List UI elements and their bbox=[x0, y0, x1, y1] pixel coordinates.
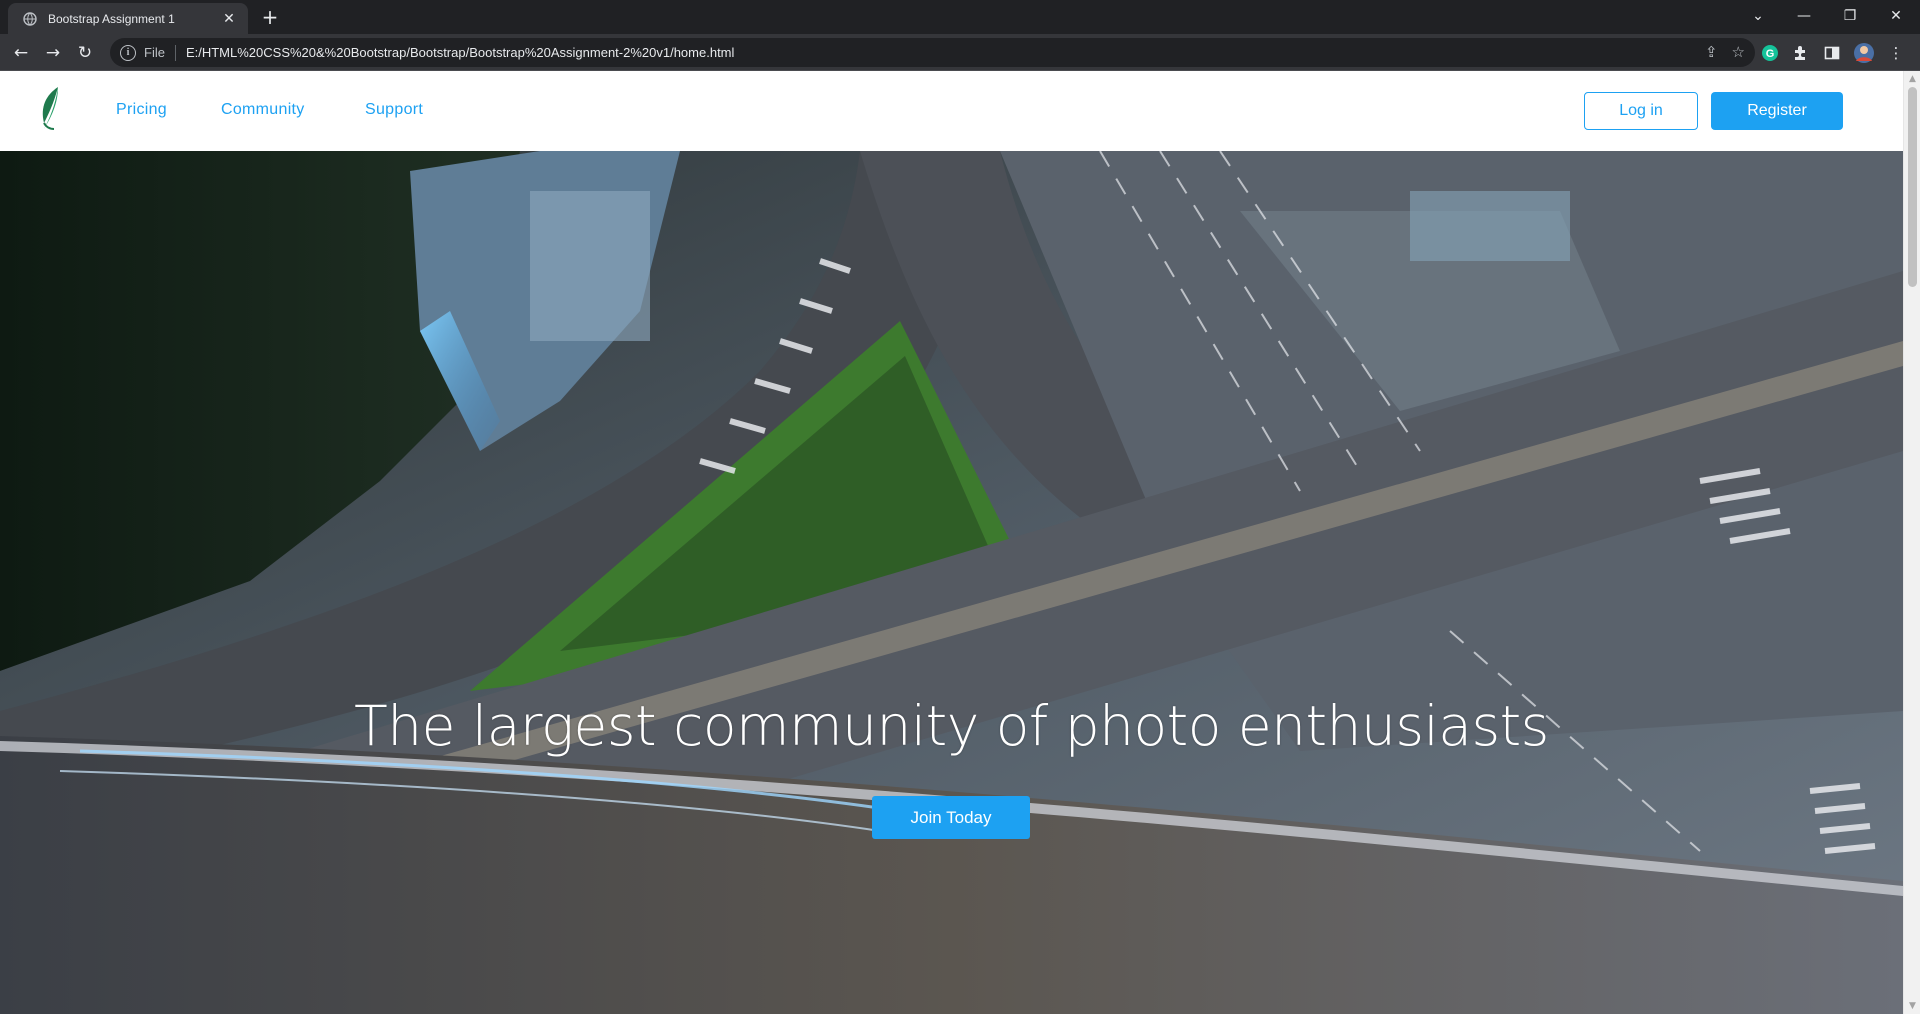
nav-link-community[interactable]: Community bbox=[221, 101, 305, 119]
close-window-icon[interactable]: ✕ bbox=[1876, 4, 1916, 28]
page-scrollbar[interactable]: ▲ ▼ bbox=[1903, 71, 1920, 1014]
register-button[interactable]: Register bbox=[1711, 92, 1843, 130]
hero-title: The largest community of photo enthusias… bbox=[354, 694, 1549, 758]
bookmark-star-icon[interactable]: ☆ bbox=[1732, 43, 1745, 61]
page-viewport: Pricing Community Support Log in Registe… bbox=[0, 71, 1920, 1014]
minimize-icon[interactable]: — bbox=[1784, 4, 1824, 28]
divider bbox=[174, 44, 176, 61]
join-today-button[interactable]: Join Today bbox=[872, 796, 1030, 839]
hero-background-image bbox=[0, 151, 1903, 1014]
grammarly-extension-icon[interactable]: G bbox=[1758, 41, 1782, 65]
profile-avatar[interactable] bbox=[1852, 41, 1876, 65]
new-tab-button[interactable]: + bbox=[258, 6, 282, 30]
scroll-thumb[interactable] bbox=[1908, 87, 1917, 287]
restore-icon[interactable]: ❐ bbox=[1830, 4, 1870, 28]
browser-toolbar: ← → ↻ i File E:/HTML%20CSS%20&%20Bootstr… bbox=[0, 34, 1920, 71]
info-icon[interactable]: i bbox=[120, 44, 136, 61]
svg-text:G: G bbox=[1766, 48, 1775, 60]
browser-tab-bar: Bootstrap Assignment 1 ✕ + ⌄ — ❐ ✕ bbox=[0, 0, 1920, 34]
forward-icon[interactable]: → bbox=[40, 40, 66, 66]
tab-close-icon[interactable]: ✕ bbox=[220, 11, 238, 27]
share-icon[interactable]: ⇪ bbox=[1705, 43, 1718, 61]
side-panel-icon[interactable] bbox=[1820, 41, 1844, 65]
browser-tab[interactable]: Bootstrap Assignment 1 ✕ bbox=[8, 3, 248, 34]
site-navbar: Pricing Community Support Log in Registe… bbox=[0, 71, 1903, 151]
nav-link-support[interactable]: Support bbox=[365, 101, 423, 119]
address-bar[interactable]: i File E:/HTML%20CSS%20&%20Bootstrap/Boo… bbox=[110, 38, 1755, 67]
menu-kebab-icon[interactable]: ⋮ bbox=[1884, 41, 1908, 65]
tab-title: Bootstrap Assignment 1 bbox=[48, 11, 175, 26]
extensions-puzzle-icon[interactable] bbox=[1788, 41, 1812, 65]
hero-section: The largest community of photo enthusias… bbox=[0, 151, 1903, 1014]
tab-search-icon[interactable]: ⌄ bbox=[1738, 4, 1778, 28]
url-text[interactable]: E:/HTML%20CSS%20&%20Bootstrap/Bootstrap/… bbox=[186, 45, 734, 60]
reload-icon[interactable]: ↻ bbox=[72, 40, 98, 66]
globe-icon bbox=[22, 11, 38, 27]
login-button[interactable]: Log in bbox=[1584, 92, 1698, 130]
feather-logo-icon[interactable] bbox=[36, 85, 66, 131]
scroll-down-arrow-icon[interactable]: ▼ bbox=[1904, 998, 1920, 1014]
back-icon[interactable]: ← bbox=[8, 40, 34, 66]
nav-link-pricing[interactable]: Pricing bbox=[116, 101, 167, 119]
scroll-up-arrow-icon[interactable]: ▲ bbox=[1904, 71, 1920, 87]
url-scheme: File bbox=[144, 45, 165, 60]
